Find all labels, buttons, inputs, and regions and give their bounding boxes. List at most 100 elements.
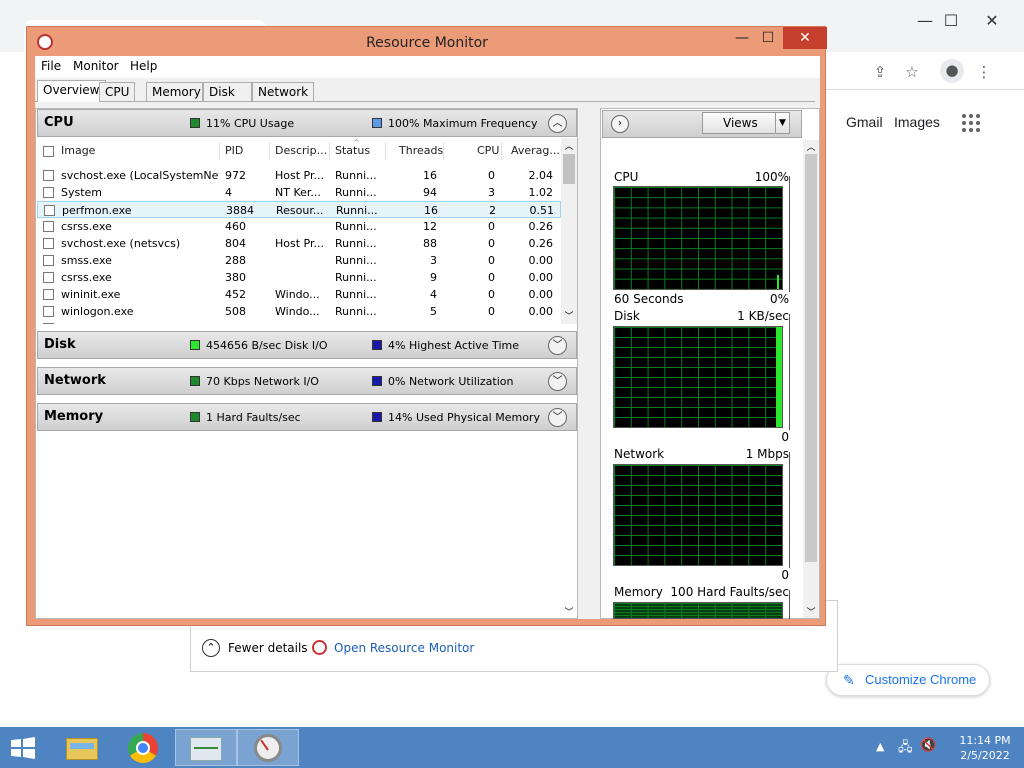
row-checkbox[interactable] <box>43 272 54 283</box>
menu-file[interactable]: File <box>41 59 61 73</box>
disk-section-header[interactable]: Disk 454656 B/sec Disk I/O 4% Highest Ac… <box>37 331 577 359</box>
row-checkbox[interactable] <box>43 170 54 181</box>
table-row[interactable]: wininit.exe 452 Windo... Runni... 4 0 0.00 <box>37 286 561 303</box>
disk-io-label: 454656 B/sec Disk I/O <box>206 339 328 352</box>
cell-pid: 548 <box>225 322 265 324</box>
tab-disk[interactable]: Disk <box>203 82 252 102</box>
tab-overview[interactable]: Overview <box>37 80 106 102</box>
network-section-header[interactable]: Network 70 Kbps Network I/O 0% Network U… <box>37 367 577 395</box>
row-checkbox[interactable] <box>43 221 54 232</box>
panel-scroll-down-icon[interactable]: ﹀ <box>563 605 575 618</box>
file-explorer-icon[interactable] <box>50 729 112 766</box>
tab-memory[interactable]: Memory <box>146 82 203 102</box>
cpu-section-header[interactable]: CPU 11% CPU Usage 100% Maximum Frequency… <box>37 109 577 137</box>
clock-date: 2/5/2022 <box>960 749 1010 762</box>
cell-cpu: 0 <box>488 254 495 267</box>
column-header-image[interactable]: Image <box>61 144 95 157</box>
table-row[interactable]: csrss.exe 380 Runni... 9 0 0.00 <box>37 269 561 286</box>
cpu-graph-footer-left: 60 Seconds <box>614 292 684 306</box>
pencil-icon: ✎ <box>843 672 855 688</box>
images-link[interactable]: Images <box>894 114 940 130</box>
cell-avg: 0.00 <box>507 322 554 324</box>
views-dropdown[interactable]: Views ▼ <box>702 112 790 134</box>
open-resource-monitor-link[interactable]: Open Resource Monitor <box>312 637 474 659</box>
cell-image: winlogon.exe <box>61 305 134 318</box>
disk-active-indicator <box>372 340 382 350</box>
chrome-close-icon[interactable]: ✕ <box>975 8 1009 34</box>
disk-graph-title: Disk <box>614 309 640 323</box>
cell-threads: 94 <box>423 186 437 199</box>
table-row[interactable]: svchost.exe (netsvcs) 804 Host Pr... Runni.… <box>37 235 561 252</box>
chevron-right-icon[interactable]: › <box>611 115 629 133</box>
gmail-link[interactable]: Gmail <box>846 114 883 130</box>
menu-help[interactable]: Help <box>130 59 157 73</box>
profile-avatar-icon[interactable]: ● <box>940 59 964 83</box>
memory-graph <box>613 602 783 619</box>
chrome-maximize-icon[interactable]: ☐ <box>934 8 968 34</box>
cell-avg: 0.00 <box>528 254 554 267</box>
scroll-down-icon[interactable]: ﹀ <box>805 605 817 618</box>
row-checkbox[interactable] <box>43 289 54 300</box>
scroll-up-icon[interactable]: ︿ <box>805 140 817 153</box>
column-separator <box>219 142 220 160</box>
cell-cpu: 0 <box>488 305 495 318</box>
chrome-menu-icon[interactable]: ⋮ <box>972 61 996 83</box>
row-checkbox[interactable] <box>43 306 54 317</box>
memory-section-header[interactable]: Memory 1 Hard Faults/sec 14% Used Physic… <box>37 403 577 431</box>
chevron-down-icon[interactable]: ﹀ <box>548 372 567 391</box>
row-checkbox[interactable] <box>43 255 54 266</box>
menu-monitor[interactable]: Monitor <box>73 59 119 73</box>
cell-threads: 4 <box>430 288 437 301</box>
volume-muted-icon[interactable]: 🔇 <box>920 738 936 753</box>
memory-faults-indicator <box>190 412 200 422</box>
chevron-down-icon[interactable]: ﹀ <box>548 336 567 355</box>
close-icon[interactable]: ✕ <box>783 27 827 49</box>
graphs-scroll-thumb[interactable] <box>805 154 817 562</box>
table-row[interactable]: System 4 NT Ker... Runni... 94 3 1.02 <box>37 184 561 201</box>
row-checkbox[interactable] <box>43 238 54 249</box>
table-row[interactable]: perfmon.exe 3884 Resour... Runni... 16 2 0.51 <box>37 201 561 218</box>
resource-monitor-taskbar-icon[interactable] <box>237 729 299 766</box>
network-graph-footer-right: 0 <box>781 568 789 582</box>
cell-desc: Windo... <box>275 305 320 318</box>
customize-chrome-button[interactable]: ✎ Customize Chrome <box>826 664 990 696</box>
memory-graph-max: 100 Hard Faults/sec <box>670 585 789 599</box>
column-header-description[interactable]: Descrip... <box>275 144 327 157</box>
chevron-down-icon[interactable]: ﹀ <box>548 408 567 427</box>
cell-desc: NT Ker... <box>275 186 321 199</box>
column-header-average[interactable]: Averag... <box>511 144 560 157</box>
cell-cpu: 0 <box>488 220 495 233</box>
row-checkbox[interactable] <box>43 323 54 324</box>
table-row[interactable]: services.exe 548 Runni... 17 0 0.00 <box>37 320 561 324</box>
scroll-up-icon[interactable]: ︿ <box>563 139 575 152</box>
table-row[interactable]: winlogon.exe 508 Windo... Runni... 5 0 0.00 <box>37 303 561 320</box>
row-checkbox[interactable] <box>44 205 55 216</box>
maximize-icon[interactable]: ☐ <box>753 27 783 51</box>
network-util-label: 0% Network Utilization <box>388 375 514 388</box>
column-header-cpu[interactable]: CPU <box>477 144 499 157</box>
clock-time: 11:14 PM <box>959 734 1011 747</box>
fewer-details-button[interactable]: ⌃ Fewer details <box>202 637 308 659</box>
table-row[interactable]: csrss.exe 460 Runni... 12 0 0.26 <box>37 218 561 235</box>
scroll-down-icon[interactable]: ﹀ <box>563 309 575 322</box>
system-clock[interactable]: 11:14 PM 2/5/2022 <box>950 733 1020 763</box>
table-row[interactable]: smss.exe 288 Runni... 3 0 0.00 <box>37 252 561 269</box>
task-manager-taskbar-icon[interactable] <box>175 729 237 766</box>
select-all-checkbox[interactable] <box>43 146 54 157</box>
row-checkbox[interactable] <box>43 187 54 198</box>
chevron-up-icon[interactable]: ︿ <box>548 114 567 133</box>
google-apps-icon[interactable] <box>962 114 980 132</box>
column-header-pid[interactable]: PID <box>225 144 243 157</box>
chrome-taskbar-icon[interactable] <box>112 729 174 766</box>
bookmark-star-icon[interactable]: ☆ <box>900 61 924 83</box>
windows-start-icon[interactable] <box>10 737 36 759</box>
cell-pid: 508 <box>225 305 246 318</box>
share-icon[interactable]: ⇪ <box>868 61 892 83</box>
table-row[interactable]: svchost.exe (LocalSystemNet... 972 Host Pr… <box>37 167 561 184</box>
tab-network[interactable]: Network <box>252 82 315 102</box>
tab-cpu[interactable]: CPU <box>99 82 136 102</box>
cpu-table-scroll-thumb[interactable] <box>563 154 575 184</box>
column-header-threads[interactable]: Threads <box>399 144 443 157</box>
show-hidden-icons-icon[interactable]: ▲ <box>876 740 884 753</box>
network-tray-icon[interactable]: 🖧 <box>898 738 913 760</box>
